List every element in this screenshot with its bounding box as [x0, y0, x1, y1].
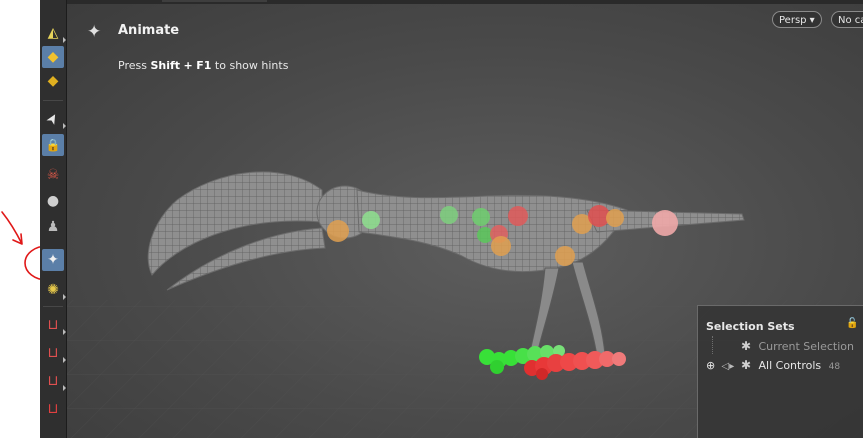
key-toggle-icon[interactable]: ◁▸: [722, 361, 738, 372]
selection-star-icon: ✱: [741, 339, 752, 353]
current-selection-label: Current Selection: [758, 340, 855, 353]
bone-sphere-icon[interactable]: ●: [42, 190, 64, 212]
tool-glyph: ✦: [47, 252, 59, 268]
capture-icon[interactable]: ✺: [42, 279, 66, 301]
move-box-icon[interactable]: ◆: [42, 70, 64, 92]
puppet-icon[interactable]: ♟: [42, 216, 64, 238]
animate-state-icon[interactable]: ✦: [42, 249, 64, 271]
tool-glyph: ⊔: [47, 373, 59, 389]
tool-glyph: ➤: [43, 109, 63, 129]
perspective-menu-button[interactable]: Persp ▾: [772, 11, 822, 28]
tool-glyph: ◆: [47, 49, 59, 65]
magnet-dots-icon[interactable]: ⊔: [42, 370, 66, 392]
control-sphere: [555, 246, 575, 266]
hint-plus: +: [183, 59, 193, 72]
tool-glyph: ♟: [46, 219, 60, 235]
control-sphere: [491, 236, 511, 256]
tool-glyph: ☠: [46, 167, 60, 183]
control-sphere: [652, 210, 678, 236]
hint-prefix: Press: [118, 59, 147, 72]
magnet-box-icon[interactable]: ⊔: [42, 314, 66, 336]
current-selection-row[interactable]: ✱ Current Selection: [706, 339, 854, 353]
camera-menu-button[interactable]: No ca: [831, 11, 863, 28]
tool-glyph: ◭: [47, 25, 59, 41]
magnet-curve-icon[interactable]: ⊔: [42, 342, 66, 364]
tool-glyph: ⊔: [47, 401, 59, 417]
hint-suffix: to show hints: [214, 59, 289, 72]
control-sphere: [327, 220, 349, 242]
selection-star-icon: ✱: [741, 358, 752, 372]
all-controls-row[interactable]: ⊕ ◁▸ ✱ All Controls 48: [706, 358, 840, 372]
pose-skull-icon[interactable]: ☠: [42, 164, 64, 186]
paint-brush-icon[interactable]: ◭: [42, 22, 66, 44]
arrow-select-icon[interactable]: ➤: [42, 108, 66, 130]
animate-puppet-icon: ✦: [87, 22, 102, 42]
all-controls-count: 48: [828, 362, 841, 372]
hint-key-shift: Shift: [150, 59, 181, 72]
selection-sets-panel: Selection Sets 🔓 ✱ Current Selection ⊕ ◁…: [697, 305, 863, 438]
tool-shelf: ◭ ◆ ◆ ➤ 🔒 ☠ ● ♟ ✦ ✺ ⊔ ⊔ ⊔ ⊔: [40, 0, 67, 438]
tool-glyph: 🔒: [45, 138, 61, 152]
selection-sets-title: Selection Sets: [706, 320, 795, 333]
tool-glyph: ✺: [47, 282, 59, 298]
magnet-icon[interactable]: ⊔: [42, 398, 64, 420]
3d-viewport[interactable]: ✦ Animate Press Shift + F1 to show hints…: [67, 0, 863, 438]
control-sphere: [472, 208, 490, 226]
control-sphere: [508, 206, 528, 226]
tool-glyph: ⊔: [47, 345, 59, 361]
tool-glyph: ◆: [47, 73, 59, 89]
hint-text: Press Shift + F1 to show hints: [118, 59, 288, 72]
tool-glyph: ⊔: [47, 317, 59, 333]
lock-pose-icon[interactable]: 🔒: [42, 134, 64, 156]
annotation-arrow: [1, 211, 23, 245]
state-title: Animate: [118, 23, 180, 38]
toolbar-separator: [43, 100, 63, 101]
tool-glyph: ●: [46, 193, 60, 209]
lock-icon[interactable]: 🔓: [846, 318, 858, 329]
all-controls-label: All Controls: [758, 359, 822, 372]
control-sphere: [606, 209, 624, 227]
toolbar-separator: [43, 306, 63, 307]
control-sphere: [440, 206, 458, 224]
select-box-icon[interactable]: ◆: [42, 46, 64, 68]
expand-plus-icon[interactable]: ⊕: [706, 359, 718, 372]
control-sphere: [362, 211, 380, 229]
hint-key-f1: F1: [196, 59, 212, 72]
